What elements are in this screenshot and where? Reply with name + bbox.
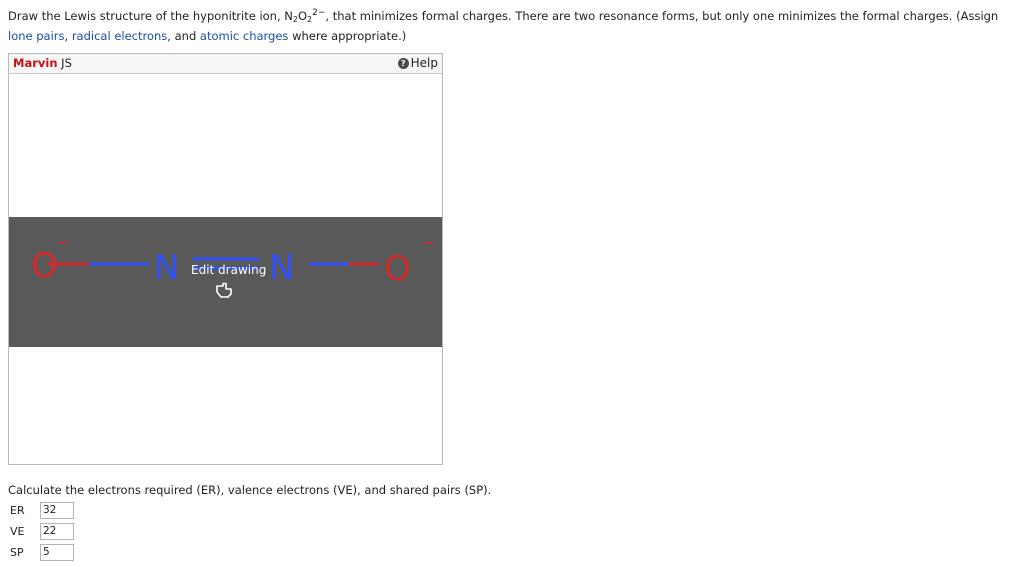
formula-charge: 2− <box>312 8 326 18</box>
edit-drawing-overlay[interactable]: O − N N O − Edit drawing <box>9 217 442 347</box>
ve-row: VE 22 <box>10 521 74 542</box>
help-button[interactable]: ? Help <box>397 56 438 70</box>
sp-input[interactable]: 5 <box>40 544 74 561</box>
lone-pairs-link[interactable]: lone pairs <box>8 29 65 43</box>
atom-4-symbol: O <box>384 249 411 289</box>
sp-row: SP 5 <box>10 542 74 563</box>
marvin-brand-suffix: JS <box>57 56 72 70</box>
sp-label: SP <box>10 546 24 559</box>
marvin-header: Marvin JS ? Help <box>9 54 442 74</box>
marvin-js-editor: Marvin JS ? Help O − N N O − Edit drawing <box>8 53 443 465</box>
er-input[interactable]: 32 <box>40 502 74 519</box>
calc-prompt: Calculate the electrons required (ER), v… <box>8 483 492 497</box>
radical-electrons-link[interactable]: radical electrons <box>72 29 167 43</box>
atom-1-charge: − <box>56 233 69 252</box>
separator-1: , <box>64 29 72 43</box>
ve-input[interactable]: 22 <box>40 523 74 540</box>
atom-4-charge: − <box>422 233 435 252</box>
atom-2-symbol: N <box>154 248 179 288</box>
question-part1: Draw the Lewis structure of the hyponitr… <box>8 9 293 23</box>
calc-fields: ER 32 VE 22 SP 5 <box>10 500 74 563</box>
er-row: ER 32 <box>10 500 74 521</box>
question-part2: , that minimizes formal charges. There a… <box>325 9 999 23</box>
help-icon: ? <box>397 57 409 69</box>
ve-label: VE <box>10 525 25 538</box>
marvin-brand: Marvin JS <box>13 56 72 70</box>
atom-3-symbol: N <box>269 248 294 288</box>
drawing-canvas[interactable]: O − N N O − Edit drawing <box>9 74 442 464</box>
formula-oxygen: O <box>297 9 308 23</box>
atomic-charges-link[interactable]: atomic charges <box>200 29 289 43</box>
question-part3: where appropriate.) <box>288 29 407 43</box>
pointer-hand-icon <box>216 282 232 298</box>
atom-1-symbol: O <box>31 246 58 286</box>
help-label: Help <box>410 56 438 70</box>
separator-2: , and <box>167 29 200 43</box>
edit-drawing-label: Edit drawing <box>191 263 267 277</box>
er-label: ER <box>10 504 25 517</box>
marvin-brand-name: Marvin <box>13 56 58 70</box>
question-text: Draw the Lewis structure of the hyponitr… <box>8 6 1008 46</box>
